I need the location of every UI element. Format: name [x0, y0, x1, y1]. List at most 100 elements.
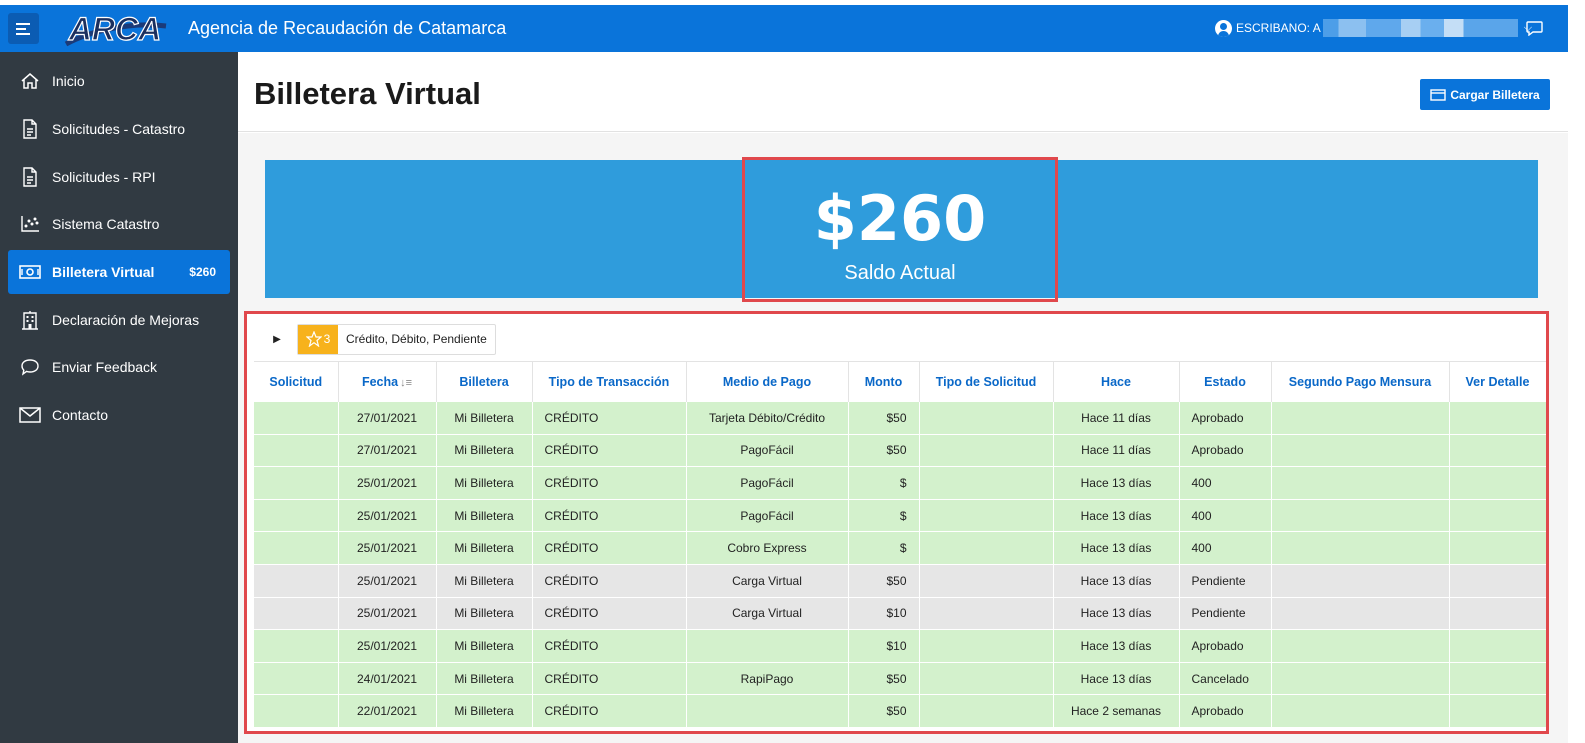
- sidebar-item-solicitudes-rpi[interactable]: Solicitudes - RPI: [8, 155, 230, 199]
- cell-billetera: Mi Billetera: [436, 694, 533, 728]
- table-row: 25/01/2021 Mi Billetera CRÉDITO $10 Hace 13 …: [254, 629, 1546, 663]
- cell-fecha: 25/01/2021: [338, 531, 437, 565]
- cell-tipo-solicitud: [919, 499, 1054, 533]
- cell-tipo-transaccion: CRÉDITO: [532, 564, 687, 598]
- transactions-table: Solicitud Fecha ↓≡ Billetera Tipo de Tran…: [254, 361, 1546, 728]
- arca-logo[interactable]: ARCA: [62, 10, 168, 48]
- cell-hace: Hace 13 días: [1053, 662, 1180, 696]
- column-header-segundo-pago[interactable]: Segundo Pago Mensura: [1271, 361, 1450, 402]
- cell-fecha: 25/01/2021: [338, 629, 437, 663]
- cell-segundo-pago: [1271, 434, 1450, 468]
- user-menu[interactable]: ESCRIBANO: A ⌵: [1215, 19, 1532, 37]
- sidebar-item-label: Declaración de Mejoras: [52, 312, 200, 328]
- sidebar-item-contacto[interactable]: Contacto: [8, 393, 230, 437]
- table-row: 25/01/2021 Mi Billetera CRÉDITO PagoFácil $ H…: [254, 499, 1546, 533]
- sidebar-item-billetera-virtual[interactable]: Billetera Virtual $260: [8, 250, 230, 294]
- column-header-monto[interactable]: Monto: [848, 361, 920, 402]
- cell-tipo-transaccion: CRÉDITO: [532, 694, 687, 728]
- sidebar-item-enviar-feedback[interactable]: Enviar Feedback: [8, 345, 230, 389]
- cell-monto: $10: [848, 629, 920, 663]
- cell-segundo-pago: [1271, 597, 1450, 631]
- filter-count: 3: [323, 332, 331, 346]
- column-header-solicitud[interactable]: Solicitud: [254, 361, 339, 402]
- cell-hace: Hace 13 días: [1053, 597, 1180, 631]
- column-header-estado[interactable]: Estado: [1179, 361, 1272, 402]
- cell-ver-detalle: [1449, 401, 1546, 435]
- cell-solicitud: [254, 466, 339, 500]
- sidebar-item-solicitudes-catastro[interactable]: Solicitudes - Catastro: [8, 107, 230, 151]
- cell-fecha: 25/01/2021: [338, 597, 437, 631]
- cell-medio-pago: [686, 629, 849, 663]
- cell-tipo-transaccion: CRÉDITO: [532, 466, 687, 500]
- chat-bubble-icon[interactable]: [1526, 21, 1543, 36]
- cell-ver-detalle: [1449, 629, 1546, 663]
- cell-monto: $50: [848, 434, 920, 468]
- building-icon: [18, 310, 42, 330]
- cell-solicitud: [254, 662, 339, 696]
- cell-medio-pago: Cobro Express: [686, 531, 849, 565]
- table-row: 27/01/2021 Mi Billetera CRÉDITO Tarjeta Déb…: [254, 401, 1546, 435]
- cell-segundo-pago: [1271, 531, 1450, 565]
- saved-filter-pill[interactable]: 3 Crédito, Débito, Pendiente: [297, 323, 496, 355]
- cell-estado: Aprobado: [1179, 629, 1272, 663]
- column-header-tipo-solicitud[interactable]: Tipo de Solicitud: [919, 361, 1054, 402]
- cell-ver-detalle: [1449, 499, 1546, 533]
- column-header-label: Fecha: [361, 374, 399, 389]
- sidebar-item-label: Inicio: [52, 73, 85, 89]
- cell-hace: Hace 13 días: [1053, 629, 1180, 663]
- cell-tipo-solicitud: [919, 466, 1054, 500]
- cell-hace: Hace 13 días: [1053, 564, 1180, 598]
- cell-billetera: Mi Billetera: [436, 662, 533, 696]
- top-bar: ARCA Agencia de Recaudación de Catamarca…: [0, 5, 1568, 52]
- cell-tipo-transaccion: CRÉDITO: [532, 629, 687, 663]
- cell-medio-pago: PagoFácil: [686, 499, 849, 533]
- chat-bubble-icon: [18, 357, 42, 377]
- cell-tipo-transaccion: CRÉDITO: [532, 531, 687, 565]
- cell-tipo-transaccion: CRÉDITO: [532, 434, 687, 468]
- hamburger-menu-button[interactable]: [8, 13, 39, 44]
- cell-medio-pago: PagoFácil: [686, 434, 849, 468]
- credit-card-icon: [1430, 88, 1447, 101]
- svg-text:ARCA: ARCA: [68, 11, 161, 47]
- transactions-report: ▶ 3 Crédito, Débito, Pendiente Solicitud…: [244, 311, 1549, 734]
- sidebar-item-sistema-catastro[interactable]: Sistema Catastro: [8, 202, 230, 246]
- cell-solicitud: [254, 564, 339, 598]
- redacted-user-name: [1322, 19, 1518, 37]
- column-header-billetera[interactable]: Billetera: [436, 361, 533, 402]
- cell-monto: $50: [848, 401, 920, 435]
- balance-label: Saldo Actual: [844, 262, 956, 284]
- column-header-hace[interactable]: Hace: [1053, 361, 1180, 402]
- sidebar-item-label: Contacto: [52, 407, 109, 423]
- document-icon: [18, 167, 42, 187]
- sidebar-item-label: Billetera Virtual: [52, 264, 155, 280]
- cell-tipo-solicitud: [919, 629, 1054, 663]
- column-header-tipo-transaccion[interactable]: Tipo de Transacción: [532, 361, 687, 402]
- money-icon: [18, 262, 42, 282]
- cell-billetera: Mi Billetera: [436, 597, 533, 631]
- filter-bar: ▶ 3 Crédito, Débito, Pendiente: [257, 322, 496, 356]
- cell-fecha: 27/01/2021: [338, 434, 437, 468]
- table-row: 25/01/2021 Mi Billetera CRÉDITO Carga Virtu…: [254, 564, 1546, 598]
- sidebar-item-inicio[interactable]: Inicio: [8, 59, 230, 103]
- cell-tipo-solicitud: [919, 597, 1054, 631]
- column-header-fecha[interactable]: Fecha ↓≡: [338, 361, 437, 402]
- cell-medio-pago: Carga Virtual: [686, 597, 849, 631]
- cargar-billetera-button[interactable]: Cargar Billetera: [1420, 79, 1550, 110]
- column-header-ver-detalle[interactable]: Ver Detalle: [1449, 361, 1546, 402]
- cell-estado: Aprobado: [1179, 694, 1272, 728]
- cell-segundo-pago: [1271, 499, 1450, 533]
- cell-monto: $: [848, 466, 920, 500]
- hamburger-icon: [15, 22, 30, 35]
- cell-fecha: 25/01/2021: [338, 466, 437, 500]
- cell-segundo-pago: [1271, 564, 1450, 598]
- sidebar-item-declaracion-mejoras[interactable]: Declaración de Mejoras: [8, 298, 230, 342]
- cell-segundo-pago: [1271, 401, 1450, 435]
- user-avatar-icon: [1215, 19, 1232, 37]
- cell-tipo-solicitud: [919, 564, 1054, 598]
- filter-text: Crédito, Débito, Pendiente: [346, 332, 487, 346]
- cell-tipo-solicitud: [919, 434, 1054, 468]
- column-header-medio-pago[interactable]: Medio de Pago: [686, 361, 849, 402]
- cell-tipo-transaccion: CRÉDITO: [532, 597, 687, 631]
- expand-filter-toggle[interactable]: ▶: [257, 334, 297, 345]
- table-row: 25/01/2021 Mi Billetera CRÉDITO PagoFácil $ H…: [254, 466, 1546, 500]
